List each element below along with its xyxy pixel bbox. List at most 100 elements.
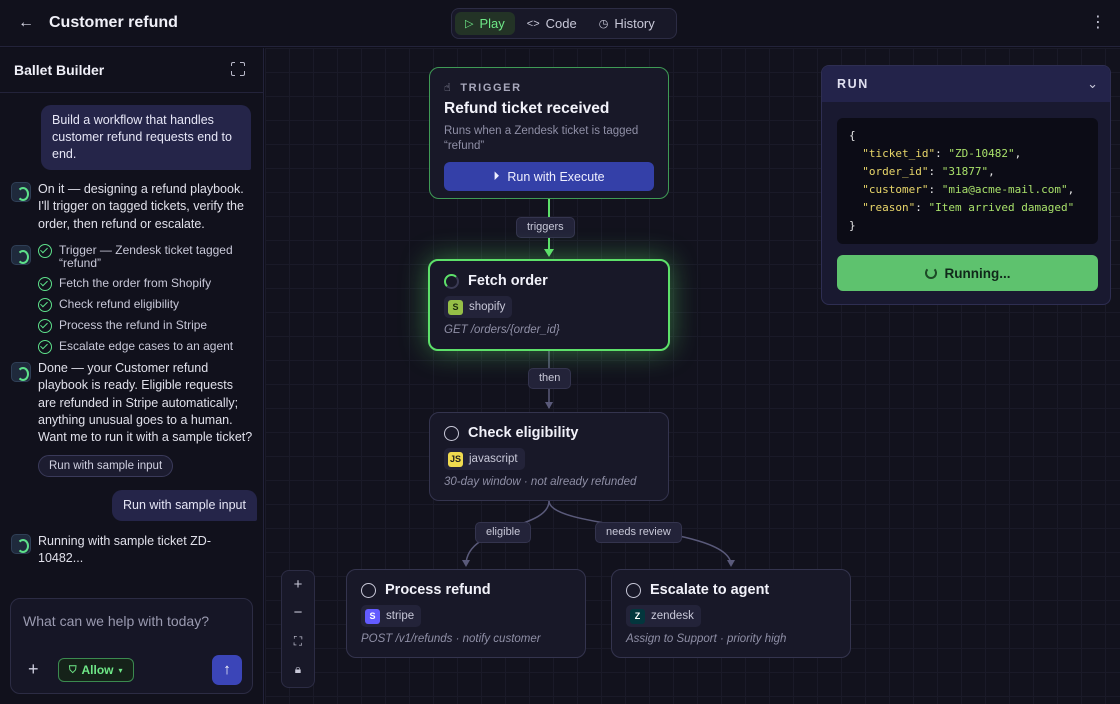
stripe-tag: S stripe [361,605,422,627]
assistant-avatar-icon [11,182,31,202]
check-circle-icon [38,340,52,354]
zoom-in-icon[interactable]: + [282,571,314,599]
fetch-order-title: Fetch order [468,273,548,289]
tab-play[interactable]: ▷ Play [455,12,515,35]
step-label: Process the refund in Stripe [59,318,208,332]
shopify-tag-label: shopify [469,301,506,313]
fetch-order-detail: GET /orders/{order_id} [444,324,560,336]
play-circle-icon: ⏵ [493,169,500,183]
user-message: Run with sample input [112,490,257,521]
back-arrow-icon[interactable]: ← [18,14,36,32]
list-item: Process the refund in Stripe [38,319,258,333]
shopify-logo-icon: S [448,299,463,315]
check-circle-icon [38,277,52,291]
assistant-message: Done — your Customer refund playbook is … [38,361,253,445]
step-label: Escalate edge cases to an agent [59,339,234,353]
payload-ticket-id: ZD-10482 [954,147,1008,160]
top-bar: ← Customer refund ▷ Play <> Code ◷ Histo… [0,0,1120,47]
more-menu-icon[interactable]: ⋮ [1090,14,1106,32]
escalate-agent-detail: Assign to Support · priority high [626,633,787,645]
pending-circle-icon [444,426,459,441]
check-circle-icon [38,319,52,333]
chat-sidebar: Ballet Builder Build a workflow that han… [0,48,264,704]
chat-input[interactable] [23,609,243,633]
assistant-message: Running with sample ticket ZD-10482... [38,534,211,566]
hand-icon: ☝ [444,82,453,94]
edge-label-then: then [528,368,572,389]
expand-icon[interactable] [230,61,245,76]
lock-icon[interactable]: 🔒︎ [282,655,314,683]
process-refund-title: Process refund [385,582,491,598]
run-with-execute-label: Run with Execute [507,169,605,184]
zoom-out-icon[interactable]: − [282,599,314,627]
assistant-avatar-icon [11,362,31,382]
javascript-tag: JS javascript [444,448,525,470]
javascript-logo-icon: JS [448,451,463,467]
send-button[interactable]: ↑ [212,655,242,685]
loading-spinner-icon [444,274,459,289]
zendesk-tag-label: zendesk [651,610,694,622]
run-panel-title: RUN [837,77,869,91]
zendesk-tag: Z zendesk [626,605,701,627]
run-panel: RUN ⌄ { "ticket_id": "ZD-10482", "order_… [821,65,1111,305]
process-refund-detail: POST /v1/refunds · notify customer [361,633,541,645]
step-label: Check refund eligibility [59,297,180,311]
tab-history-label: History [614,16,655,31]
list-item: Trigger — Zendesk ticket tagged “refund” [38,244,258,270]
shopify-tag: S shopify [444,296,513,318]
assistant-avatar-icon [11,534,31,554]
stripe-tag-label: stripe [386,610,415,622]
code-icon: <> [526,17,540,30]
trigger-kicker-label: TRIGGER [460,81,522,94]
sidebar-title: Ballet Builder [14,62,105,78]
step-checklist: Trigger — Zendesk ticket tagged “refund”… [38,244,258,361]
trigger-subtitle: Runs when a Zendesk ticket is tagged “re… [444,125,639,152]
assistant-avatar-icon [11,245,31,265]
view-switcher: ▷ Play <> Code ◷ History [451,8,677,39]
list-item: Check refund eligibility [38,298,258,312]
chevron-down-icon: ▾ [118,665,123,675]
fit-view-icon[interactable]: ⛶ [282,627,314,655]
assistant-message: On it — designing a refund playbook. I'l… [38,182,244,231]
check-circle-icon [38,244,52,258]
tab-play-label: Play [479,16,505,31]
loading-spinner-icon [924,267,937,279]
suggestion-chip[interactable]: Run with sample input [38,455,174,477]
allow-label: Allow [81,663,114,677]
run-payload-json: { "ticket_id": "ZD-10482", "order_id": "… [837,118,1098,244]
add-attachment-icon[interactable]: + [28,659,39,679]
zendesk-logo-icon: Z [630,608,645,624]
list-item: Escalate edge cases to an agent [38,340,258,354]
pending-circle-icon [361,583,376,598]
list-item: Fetch the order from Shopify [38,277,258,291]
check-eligibility-detail: 30-day window · not already refunded [444,476,637,488]
trigger-kicker: ☝ TRIGGER [444,81,522,95]
user-message: Build a workflow that handles customer r… [41,105,251,170]
edge-label-needs-review: needs review [595,522,682,543]
payload-order-id: 31877 [948,165,982,178]
edge-label-triggers: triggers [516,217,575,238]
run-with-execute-button[interactable]: ⏵ Run with Execute [444,162,654,191]
tab-code-label: Code [545,16,577,31]
tab-history[interactable]: ◷ History [589,12,665,35]
run-panel-header[interactable]: RUN ⌄ [822,66,1110,102]
javascript-tag-label: javascript [469,453,518,465]
chevron-down-icon[interactable]: ⌄ [1087,76,1098,92]
edge-label-eligible: eligible [475,522,532,543]
page-title: Customer refund [49,14,178,31]
step-label: Trigger — Zendesk ticket tagged “refund” [59,243,233,270]
running-button[interactable]: Running... [837,255,1098,291]
check-circle-icon [38,298,52,312]
shield-icon: ⛉ [69,664,77,676]
check-eligibility-title: Check eligibility [468,425,579,441]
composer: + ⛉ Allow ▾ ↑ [10,598,253,694]
tab-code[interactable]: <> Code [517,12,587,35]
trigger-title: Refund ticket received [444,100,610,117]
allow-permission-dropdown[interactable]: ⛉ Allow ▾ [58,658,134,682]
payload-reason: Item arrived damaged [935,201,1068,214]
escalate-agent-title: Escalate to agent [650,582,770,598]
stripe-logo-icon: S [365,608,380,624]
zoom-controls: + − ⛶ 🔒︎ [281,570,315,688]
arrow-up-icon: ↑ [223,661,231,678]
history-icon: ◷ [598,18,609,30]
